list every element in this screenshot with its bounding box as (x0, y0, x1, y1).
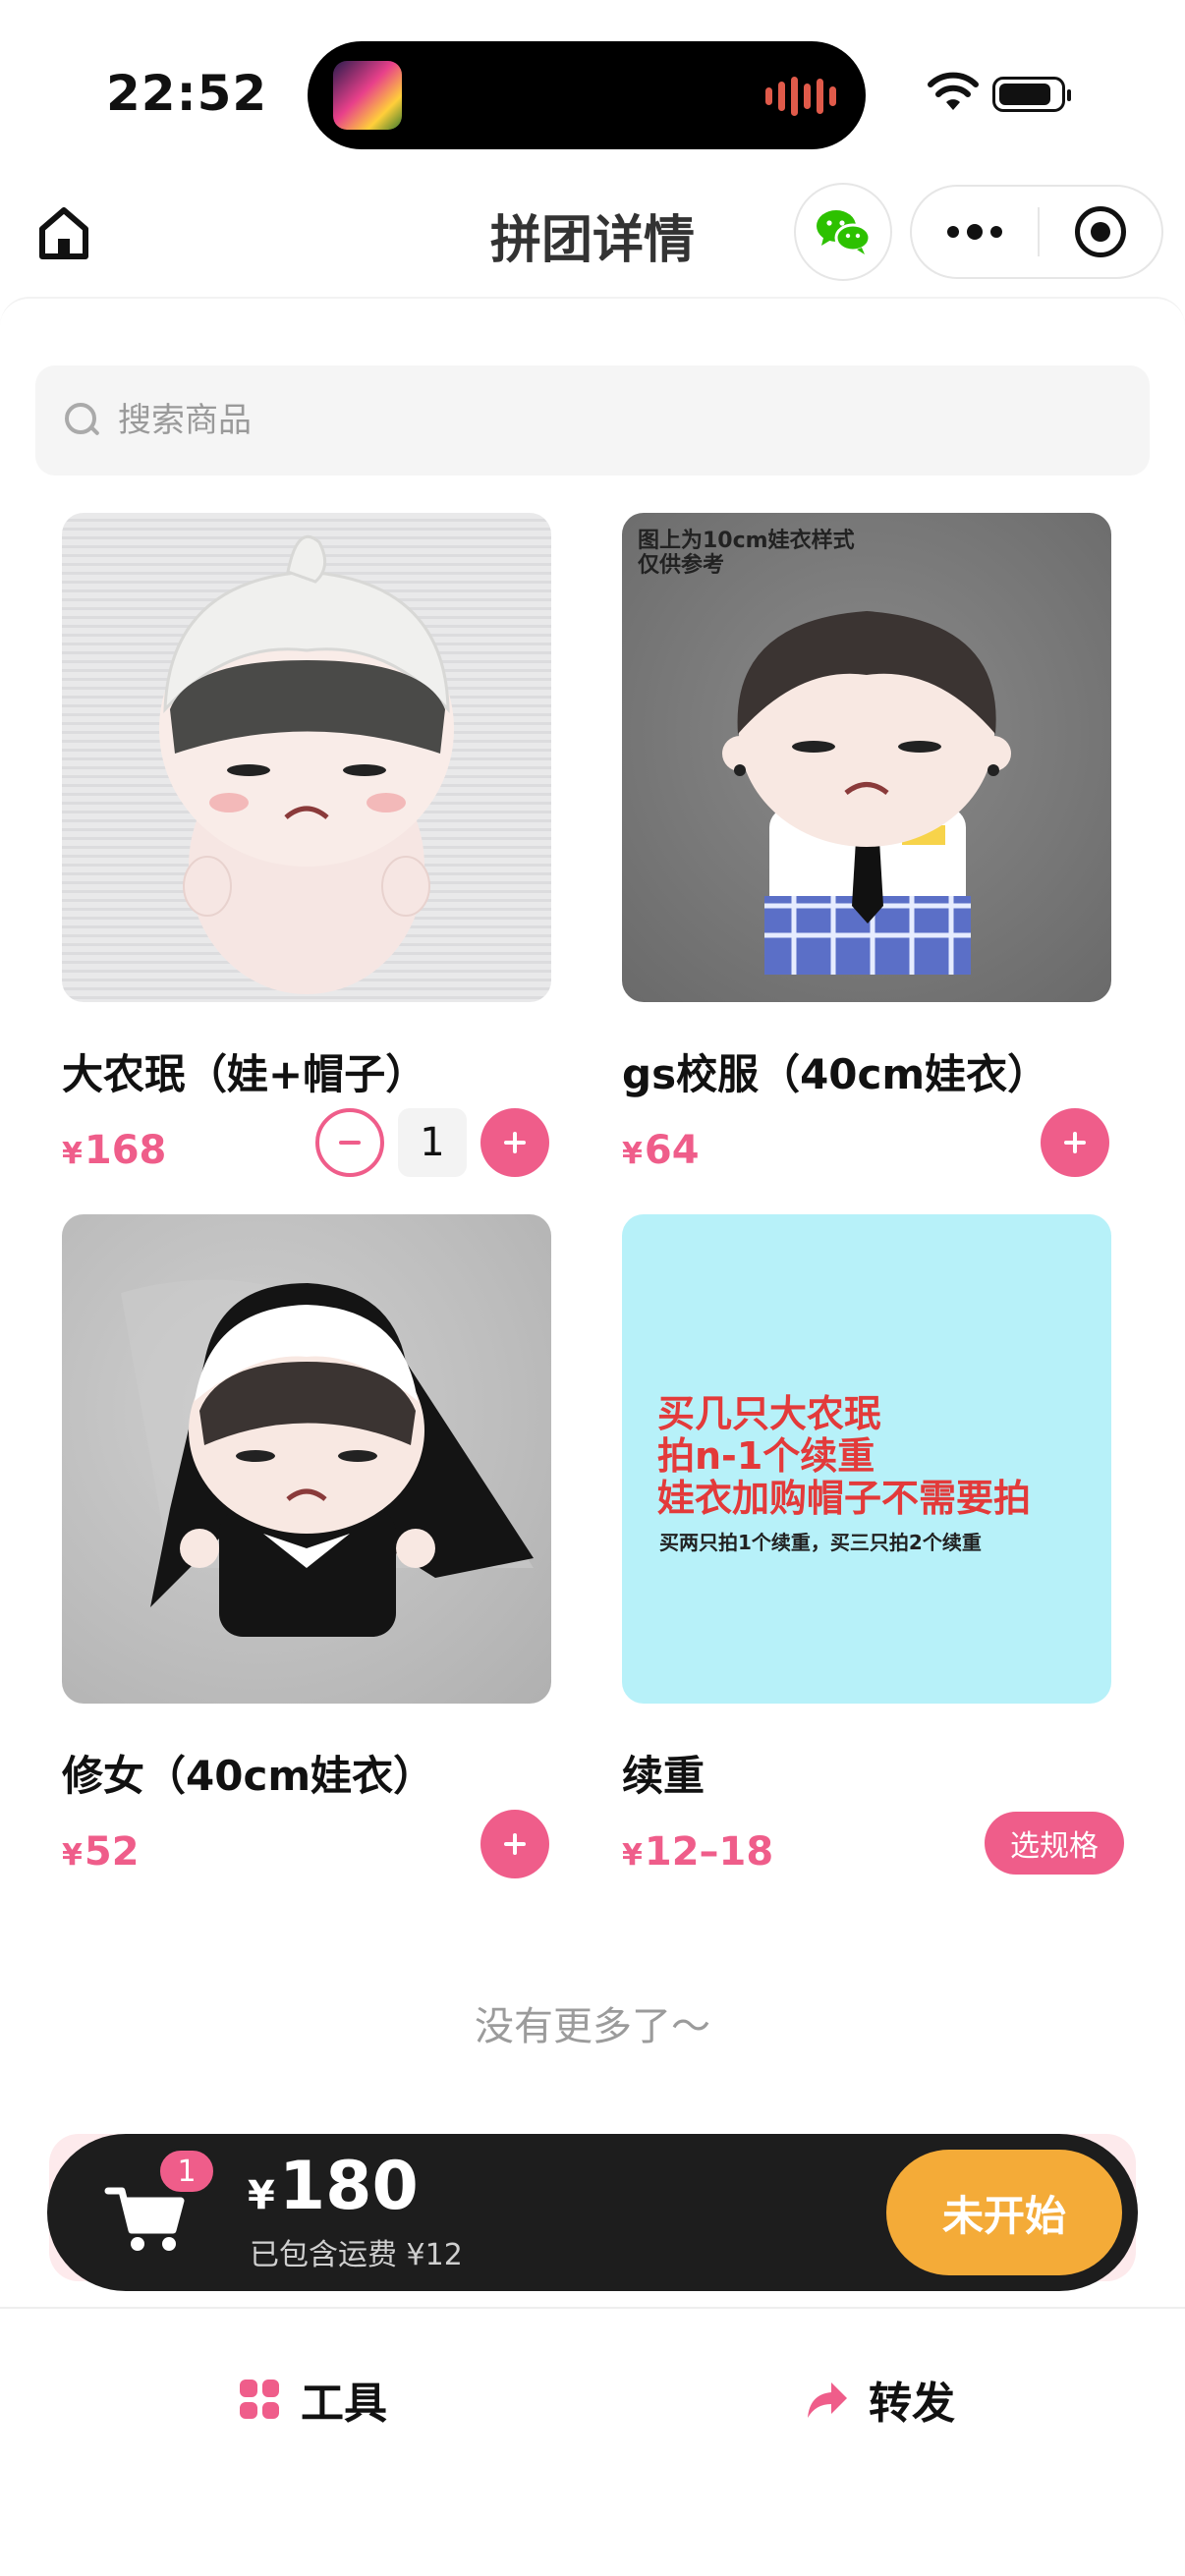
plus-icon (504, 1132, 526, 1153)
quantity-value[interactable]: 1 (398, 1108, 467, 1177)
share-button[interactable]: 转发 (804, 2368, 955, 2431)
wechat-share-button[interactable] (794, 183, 892, 281)
product-card[interactable]: 大农珉（娃+帽子） ¥168 1 (62, 513, 612, 1201)
list-end-text: 没有更多了～ (475, 2004, 710, 2049)
image-note-line: 买几只大农珉 (657, 1392, 882, 1435)
tools-button[interactable]: 工具 (240, 2368, 387, 2431)
price-value: 52 (84, 1829, 140, 1875)
price-value: 64 (644, 1128, 700, 1173)
grid-icon (240, 2380, 279, 2419)
decrease-quantity-button[interactable] (315, 1108, 384, 1177)
plus-icon (1064, 1132, 1086, 1153)
add-to-cart-button[interactable] (480, 1108, 549, 1177)
audio-wave-icon (765, 77, 836, 116)
checkout-button[interactable]: 未开始 (886, 2150, 1122, 2275)
bottom-bar: 工具 转发 (0, 2307, 1185, 2576)
product-name[interactable]: 大农珉（娃+帽子） (62, 1041, 426, 1101)
product-card[interactable]: 修女（40cm娃衣） ¥52 (62, 1214, 612, 1902)
more-menu-button[interactable] (912, 187, 1038, 277)
share-arrow-icon (808, 2382, 847, 2418)
target-icon (1075, 206, 1126, 257)
currency-symbol: ¥ (622, 1137, 643, 1171)
total-value: 180 (278, 2148, 419, 2225)
search-input[interactable] (118, 401, 1002, 440)
price-value: 12–18 (644, 1829, 774, 1875)
minus-icon (339, 1141, 361, 1145)
currency-symbol: ¥ (62, 1838, 83, 1873)
plush-doll-illustration (121, 1279, 534, 1637)
add-to-cart-button[interactable] (1041, 1108, 1109, 1177)
cart-count-badge: 1 (157, 2148, 216, 2195)
plus-icon (504, 1833, 526, 1855)
product-image[interactable]: 图上为10cm娃衣样式 仅供参考 (622, 513, 1111, 1002)
plush-doll-illustration (722, 611, 1011, 975)
image-note-small: 买两只拍1个续重，买三只拍2个续重 (659, 1531, 982, 1554)
price-value: 168 (84, 1128, 167, 1173)
wechat-icon (817, 210, 872, 254)
close-mini-program-button[interactable] (1040, 206, 1161, 257)
cart-bar: 1 ¥180 已包含运费 ¥12 未开始 (47, 2134, 1138, 2291)
product-name[interactable]: 修女（40cm娃衣） (62, 1743, 434, 1803)
product-image[interactable]: 买几只大农珉 拍n-1个续重 娃衣加购帽子不需要拍 买两只拍1个续重，买三只拍2… (622, 1214, 1111, 1704)
status-time: 22:52 (106, 65, 268, 122)
product-price: ¥64 (622, 1128, 700, 1173)
currency-symbol: ¥ (248, 2173, 275, 2218)
select-spec-button[interactable]: 选规格 (985, 1812, 1124, 1875)
image-note-line: 拍n-1个续重 (657, 1433, 875, 1478)
share-label: 转发 (869, 2379, 955, 2429)
search-icon (63, 401, 102, 440)
cart-total: ¥180 (248, 2148, 419, 2225)
currency-symbol: ¥ (62, 1137, 83, 1171)
product-card[interactable]: 买几只大农珉 拍n-1个续重 娃衣加购帽子不需要拍 买两只拍1个续重，买三只拍2… (622, 1214, 1172, 1902)
plush-doll-illustration (159, 534, 454, 994)
now-playing-artwork (333, 61, 402, 130)
image-note-text: 买几只大农珉 拍n-1个续重 娃衣加购帽子不需要拍 (657, 1393, 1031, 1520)
nav-bar: 拼团详情 (0, 177, 1185, 295)
product-price: ¥168 (62, 1128, 166, 1173)
battery-icon (992, 77, 1071, 112)
wifi-icon (928, 72, 979, 110)
mini-program-capsule (910, 185, 1163, 279)
currency-symbol: ¥ (622, 1838, 643, 1873)
image-caption: 图上为10cm娃衣样式 仅供参考 (638, 529, 855, 579)
image-caption-line: 图上为10cm娃衣样式 (638, 529, 855, 553)
product-image[interactable] (62, 1214, 551, 1704)
product-image[interactable] (62, 513, 551, 1002)
add-to-cart-button[interactable] (480, 1810, 549, 1878)
tools-label: 工具 (301, 2379, 387, 2429)
product-price: ¥12–18 (622, 1829, 773, 1875)
search-bar[interactable] (35, 365, 1150, 476)
image-note-line: 娃衣加购帽子不需要拍 (657, 1476, 1032, 1520)
product-card[interactable]: 图上为10cm娃衣样式 仅供参考 gs校服（40cm娃衣） ¥64 (622, 513, 1172, 1201)
status-bar: 22:52 (0, 0, 1185, 187)
dynamic-island[interactable] (308, 41, 866, 149)
product-price: ¥52 (62, 1829, 140, 1875)
image-caption-line: 仅供参考 (638, 553, 725, 579)
shipping-note: 已包含运费 ¥12 (250, 2238, 463, 2272)
product-name[interactable]: 续重 (622, 1743, 705, 1803)
product-name[interactable]: gs校服（40cm娃衣） (622, 1041, 1048, 1101)
